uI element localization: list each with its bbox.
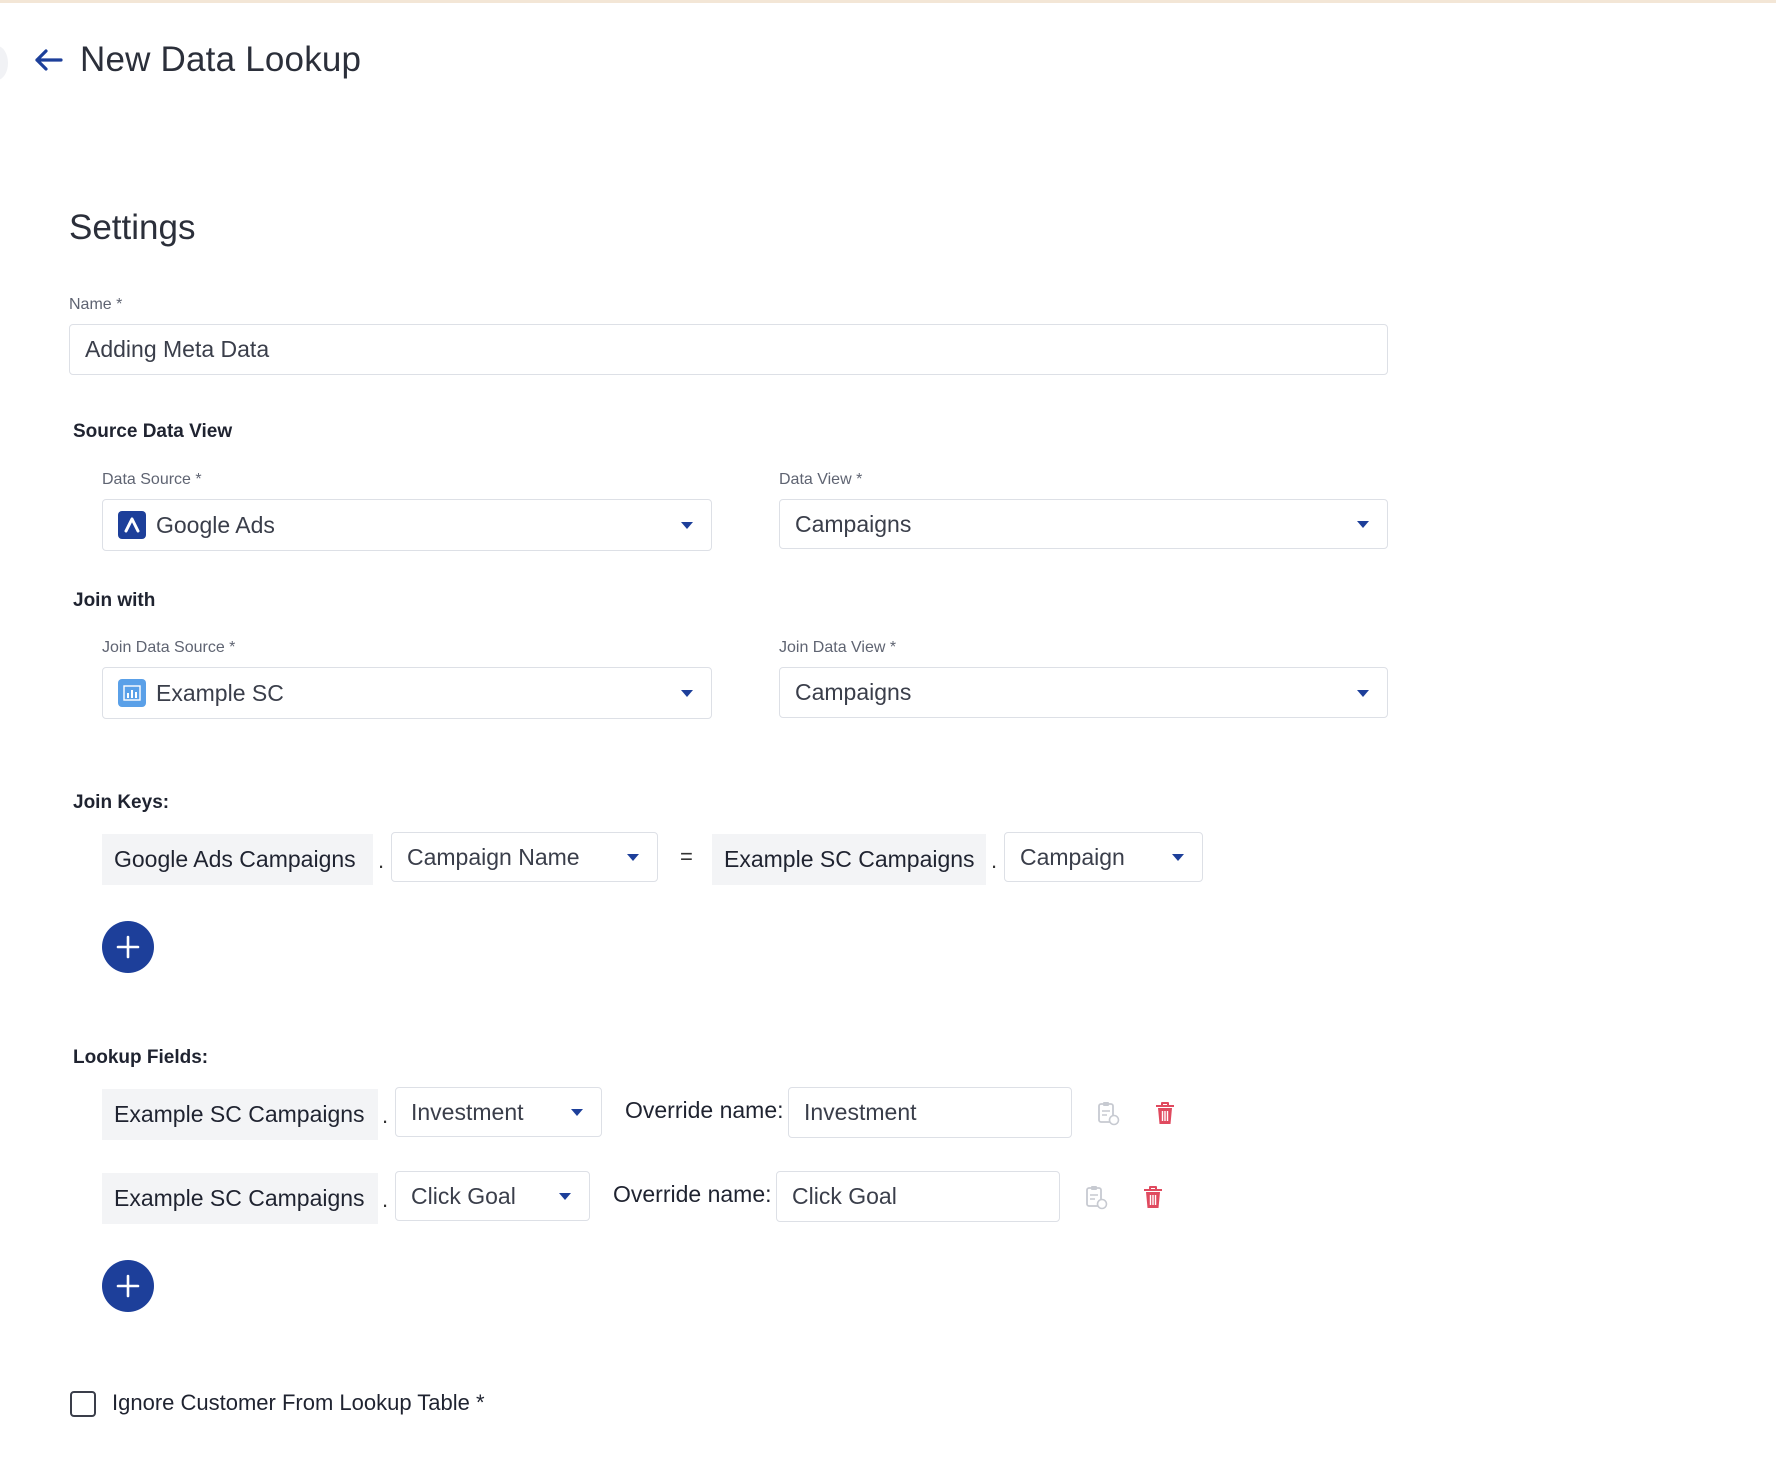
join-key-right-field-select[interactable]: Campaign xyxy=(1004,832,1203,882)
override-name-input[interactable]: Investment xyxy=(788,1087,1072,1138)
lookup-row-dot: . xyxy=(382,1187,389,1212)
lookup-row-table: Example SC Campaigns xyxy=(102,1089,378,1140)
join-data-source-value: Example SC xyxy=(156,679,284,706)
chevron-down-icon xyxy=(1357,521,1369,528)
join-key-right-table: Example SC Campaigns xyxy=(712,834,986,885)
lookup-row-field-select[interactable]: Investment xyxy=(395,1087,602,1137)
arrow-left-icon xyxy=(35,49,63,71)
override-name-value: Click Goal xyxy=(792,1183,897,1209)
chevron-down-icon xyxy=(571,1109,583,1116)
override-name-label: Override name: xyxy=(613,1181,772,1207)
lookup-row-field-value: Click Goal xyxy=(411,1182,516,1209)
data-view-label: Data View * xyxy=(779,471,863,488)
delete-field-button[interactable] xyxy=(1151,1099,1179,1127)
plus-icon xyxy=(116,1274,140,1298)
join-data-source-label: Join Data Source * xyxy=(102,639,236,656)
plus-icon xyxy=(116,935,140,959)
copy-field-button[interactable] xyxy=(1082,1183,1110,1211)
override-name-label: Override name: xyxy=(625,1097,784,1123)
chevron-down-icon xyxy=(681,690,693,697)
copy-field-button[interactable] xyxy=(1094,1099,1122,1127)
data-source-select[interactable]: Google Ads xyxy=(102,499,712,551)
data-source-label: Data Source * xyxy=(102,471,202,488)
sidebar-edge-handle[interactable] xyxy=(0,46,8,80)
trash-icon xyxy=(1144,1186,1162,1208)
join-data-view-value: Campaigns xyxy=(795,679,912,705)
name-input[interactable]: Adding Meta Data xyxy=(69,324,1388,375)
data-view-select[interactable]: Campaigns xyxy=(779,499,1388,549)
join-key-left-field-value: Campaign Name xyxy=(407,843,580,870)
delete-field-button[interactable] xyxy=(1139,1183,1167,1211)
join-data-view-select[interactable]: Campaigns xyxy=(779,667,1388,718)
trash-icon xyxy=(1156,1102,1174,1124)
chevron-down-icon xyxy=(1357,689,1369,697)
ignore-customer-checkbox[interactable] xyxy=(70,1391,96,1417)
chevron-down-icon xyxy=(559,1193,571,1200)
google-ads-icon xyxy=(118,511,146,539)
override-name-input[interactable]: Click Goal xyxy=(776,1171,1060,1222)
data-source-value: Google Ads xyxy=(156,511,275,538)
lookup-row-field-select[interactable]: Click Goal xyxy=(395,1171,590,1221)
bar-chart-icon xyxy=(118,679,146,707)
ignore-customer-label: Ignore Customer From Lookup Table * xyxy=(112,1390,485,1415)
lookup-row-field-value: Investment xyxy=(411,1098,524,1125)
join-key-left-dot: . xyxy=(378,848,385,873)
source-data-view-heading: Source Data View xyxy=(73,421,233,442)
join-key-left-field-select[interactable]: Campaign Name xyxy=(391,832,658,882)
chevron-down-icon xyxy=(627,854,639,861)
name-label: Name * xyxy=(69,296,123,313)
join-key-right-dot: . xyxy=(991,848,998,873)
lookup-row-dot: . xyxy=(382,1103,389,1128)
page-title: New Data Lookup xyxy=(80,40,362,79)
back-button[interactable] xyxy=(30,42,66,78)
add-join-key-button[interactable] xyxy=(102,921,154,973)
lookup-fields-heading: Lookup Fields: xyxy=(73,1047,209,1068)
join-key-right-field-value: Campaign xyxy=(1020,843,1125,870)
top-accent-line xyxy=(0,0,1776,3)
chevron-down-icon xyxy=(681,522,693,529)
override-name-value: Investment xyxy=(804,1099,917,1125)
chevron-down-icon xyxy=(1172,854,1184,861)
clipboard-icon xyxy=(1086,1186,1108,1210)
add-lookup-field-button[interactable] xyxy=(102,1260,154,1312)
join-key-equals: = xyxy=(680,844,693,869)
join-with-heading: Join with xyxy=(73,590,156,611)
join-data-source-select[interactable]: Example SC xyxy=(102,667,712,719)
name-input-value: Adding Meta Data xyxy=(85,336,270,362)
join-keys-heading: Join Keys: xyxy=(73,792,170,813)
join-data-view-label: Join Data View * xyxy=(779,639,897,656)
lookup-row-table: Example SC Campaigns xyxy=(102,1173,378,1224)
clipboard-icon xyxy=(1098,1102,1120,1126)
page-header: New Data Lookup xyxy=(30,40,361,80)
settings-heading: Settings xyxy=(69,208,196,247)
join-key-left-table: Google Ads Campaigns xyxy=(102,834,373,885)
data-view-value: Campaigns xyxy=(795,510,912,537)
